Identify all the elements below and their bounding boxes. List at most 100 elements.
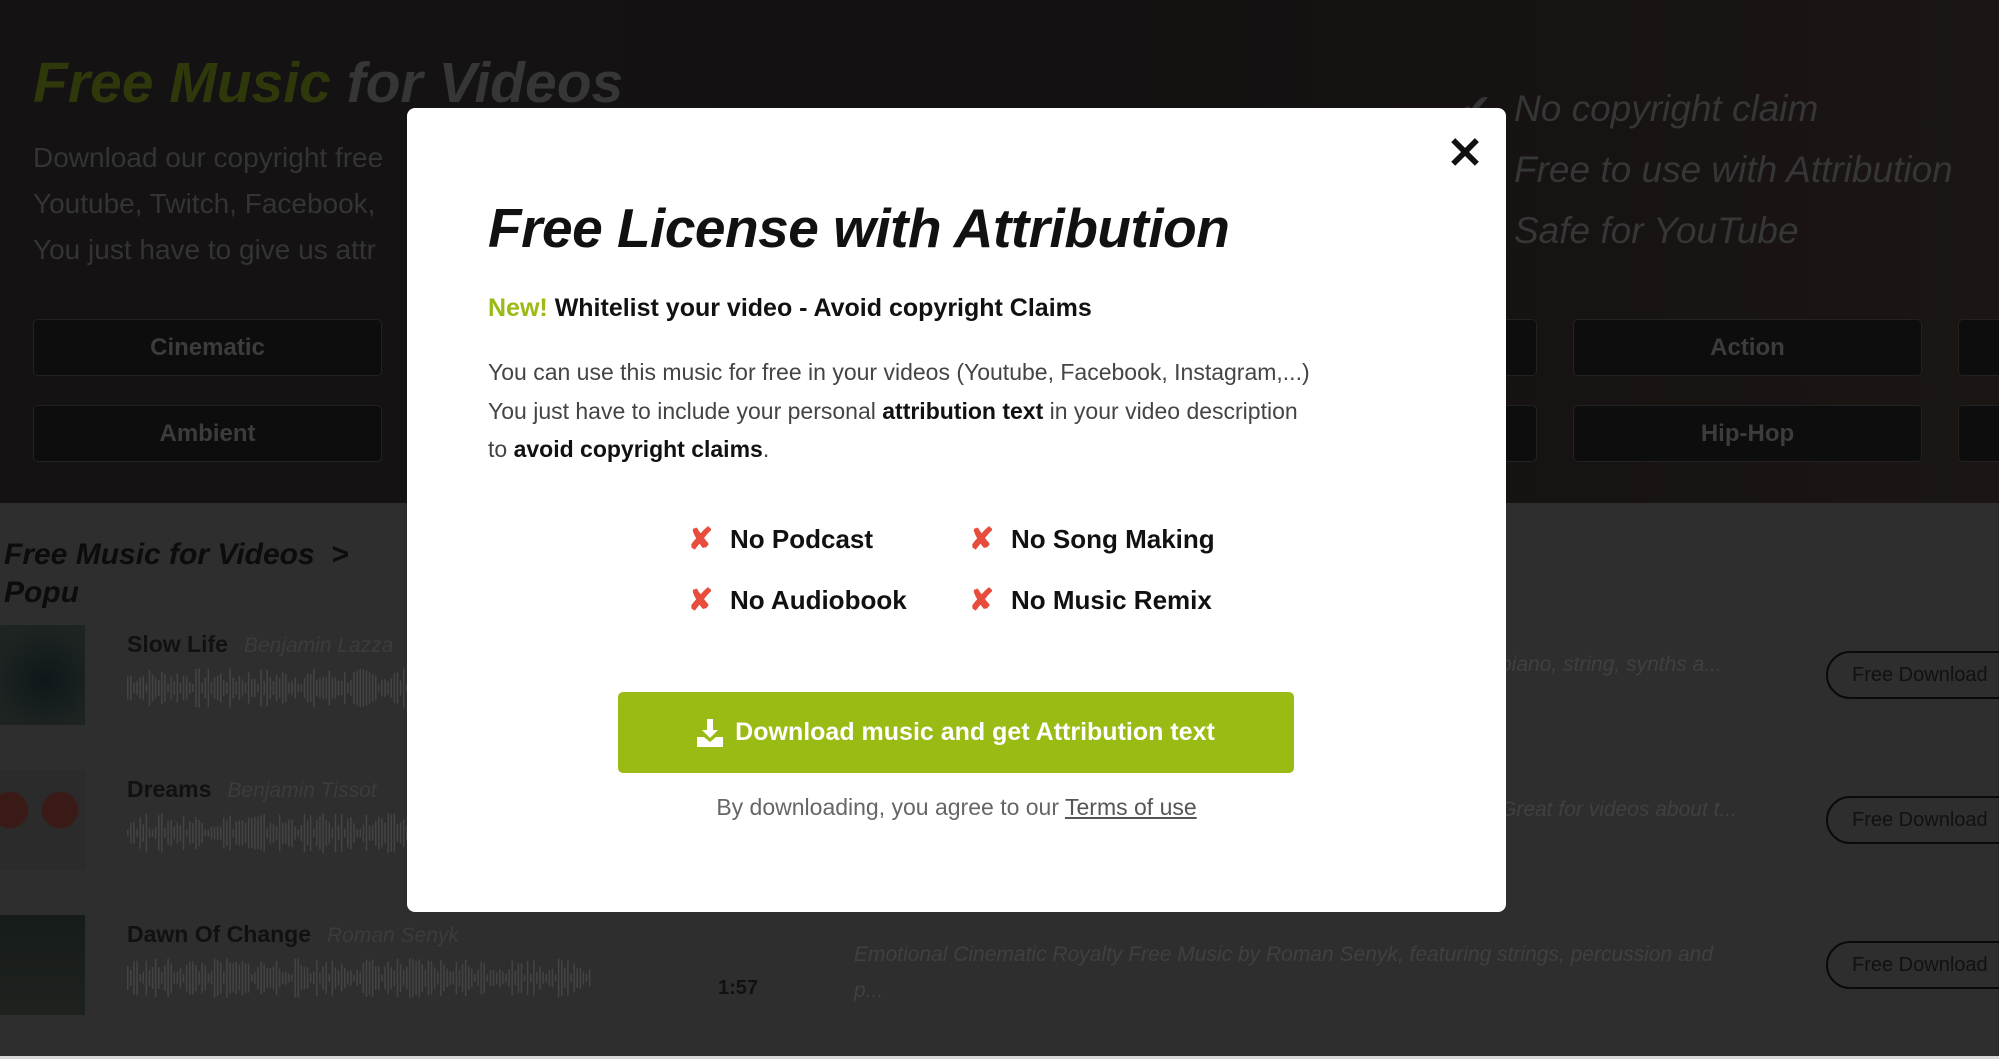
waveform-bar: [294, 826, 296, 840]
track-artist[interactable]: Benjamin Tissot: [227, 779, 376, 802]
waveform-bar: [359, 668, 361, 708]
waveform-bar: [272, 680, 275, 696]
waveform-bar: [148, 828, 151, 838]
waveform-bar: [402, 668, 405, 708]
waveform-bar: [378, 966, 380, 990]
waveform-bar: [260, 669, 262, 707]
waveform-bar: [344, 672, 346, 704]
waveform-bar: [306, 967, 309, 989]
genre-button[interactable]: [1958, 319, 1999, 376]
waveform-bar: [254, 816, 256, 850]
waveform-bar: [554, 974, 557, 982]
waveform-bar: [331, 960, 334, 996]
close-icon[interactable]: ✕: [1445, 132, 1485, 176]
description-line: to avoid copyright claims.: [488, 430, 1448, 469]
waveform-bar: [145, 683, 148, 693]
waveform[interactable]: [127, 957, 597, 999]
waveform-bar: [508, 969, 510, 987]
waveform-bar: [210, 681, 213, 695]
waveform-bar: [133, 961, 135, 995]
track-thumbnail[interactable]: [0, 770, 85, 870]
waveform-bar: [325, 962, 327, 994]
breadcrumb-root-link[interactable]: Free Music for Videos: [4, 538, 315, 571]
waveform-bar: [161, 671, 163, 705]
free-download-button[interactable]: Free Download: [1826, 941, 1999, 989]
waveform-bar: [331, 677, 334, 699]
waveform-bar: [213, 677, 216, 699]
track-thumbnail[interactable]: [0, 625, 85, 725]
track-thumbnail[interactable]: [0, 915, 85, 1015]
genre-button[interactable]: [1958, 405, 1999, 462]
waveform-bar: [418, 959, 420, 997]
track-artist[interactable]: Roman Senyk: [327, 924, 459, 947]
waveform-bar: [127, 966, 129, 990]
waveform-bar: [260, 961, 262, 995]
feature-checklist: ✔No copyright claim ✔Free to use with At…: [1460, 78, 1953, 261]
waveform-bar: [564, 967, 566, 989]
track-row: Dawn Of Change Roman Senyk 1:57 Emotional…: [0, 915, 1999, 1015]
waveform-bar: [232, 828, 234, 838]
waveform-bar: [437, 971, 439, 985]
track-title[interactable]: Dawn Of Change Roman Senyk: [127, 921, 459, 948]
waveform-bar: [238, 675, 241, 701]
waveform-bar: [585, 974, 588, 982]
waveform-bar: [477, 970, 479, 986]
restriction-item: ✘ No Audiobook: [688, 583, 907, 618]
bold-text: avoid copyright claims: [513, 436, 763, 462]
cross-icon: ✘: [969, 523, 995, 556]
waveform-bar: [576, 968, 578, 988]
waveform-bar: [359, 828, 361, 838]
waveform-bar: [570, 973, 572, 983]
genre-button-ambient[interactable]: Ambient: [33, 405, 382, 462]
waveform-bar: [266, 968, 268, 988]
waveform-bar: [260, 815, 262, 851]
waveform-bar: [223, 971, 225, 985]
cross-icon: ✘: [688, 523, 714, 556]
waveform-bar: [127, 676, 129, 700]
waveform-bar: [545, 973, 547, 983]
waveform-bar: [381, 974, 383, 982]
restriction-text: No Music Remix: [1011, 585, 1212, 615]
waveform-bar: [402, 969, 405, 987]
waveform-bar: [390, 814, 392, 852]
waveform-bar: [480, 961, 482, 995]
waveform-bar: [350, 680, 352, 696]
waveform-bar: [368, 672, 371, 704]
waveform-bar: [486, 974, 489, 982]
waveform-bar: [588, 969, 591, 987]
download-attribution-button[interactable]: Download music and get Attribution text: [618, 692, 1294, 773]
waveform-bar: [489, 969, 492, 987]
cross-icon: ✘: [688, 584, 714, 617]
track-artist[interactable]: Benjamin Lazza: [244, 634, 393, 657]
genre-button-action[interactable]: Action: [1573, 319, 1922, 376]
waveform-bar: [328, 974, 330, 982]
waveform-bar: [334, 813, 337, 853]
waveform-bar: [282, 972, 284, 984]
genre-button-hip-hop[interactable]: Hip-Hop: [1573, 405, 1922, 462]
waveform-bar: [223, 817, 225, 849]
waveform-bar: [322, 676, 324, 700]
waveform-bar: [440, 960, 442, 996]
genre-button-cinematic[interactable]: Cinematic: [33, 319, 382, 376]
free-download-button[interactable]: Free Download: [1826, 796, 1999, 844]
waveform-bar: [291, 819, 293, 847]
waveform-bar: [130, 822, 132, 844]
waveform-bar: [347, 818, 349, 848]
waveform-bar: [216, 826, 219, 840]
waveform-bar: [517, 963, 520, 993]
waveform-bar: [362, 824, 365, 842]
waveform-bar: [241, 679, 244, 697]
track-title[interactable]: Slow Life Benjamin Lazza: [127, 631, 393, 658]
track-title-text: Slow Life: [127, 631, 228, 657]
track-title[interactable]: Dreams Benjamin Tissot: [127, 776, 377, 803]
restriction-item: ✘ No Song Making: [969, 522, 1215, 557]
waveform-bar: [381, 818, 383, 848]
waveform-bar: [331, 827, 334, 839]
free-download-button[interactable]: Free Download: [1826, 651, 1999, 699]
waveform-bar: [316, 679, 318, 697]
waveform-bar: [322, 813, 324, 853]
terms-of-use-link[interactable]: Terms of use: [1065, 794, 1197, 820]
waveform-bar: [257, 683, 259, 693]
waveform-bar: [201, 963, 203, 993]
waveform-bar: [533, 960, 535, 996]
